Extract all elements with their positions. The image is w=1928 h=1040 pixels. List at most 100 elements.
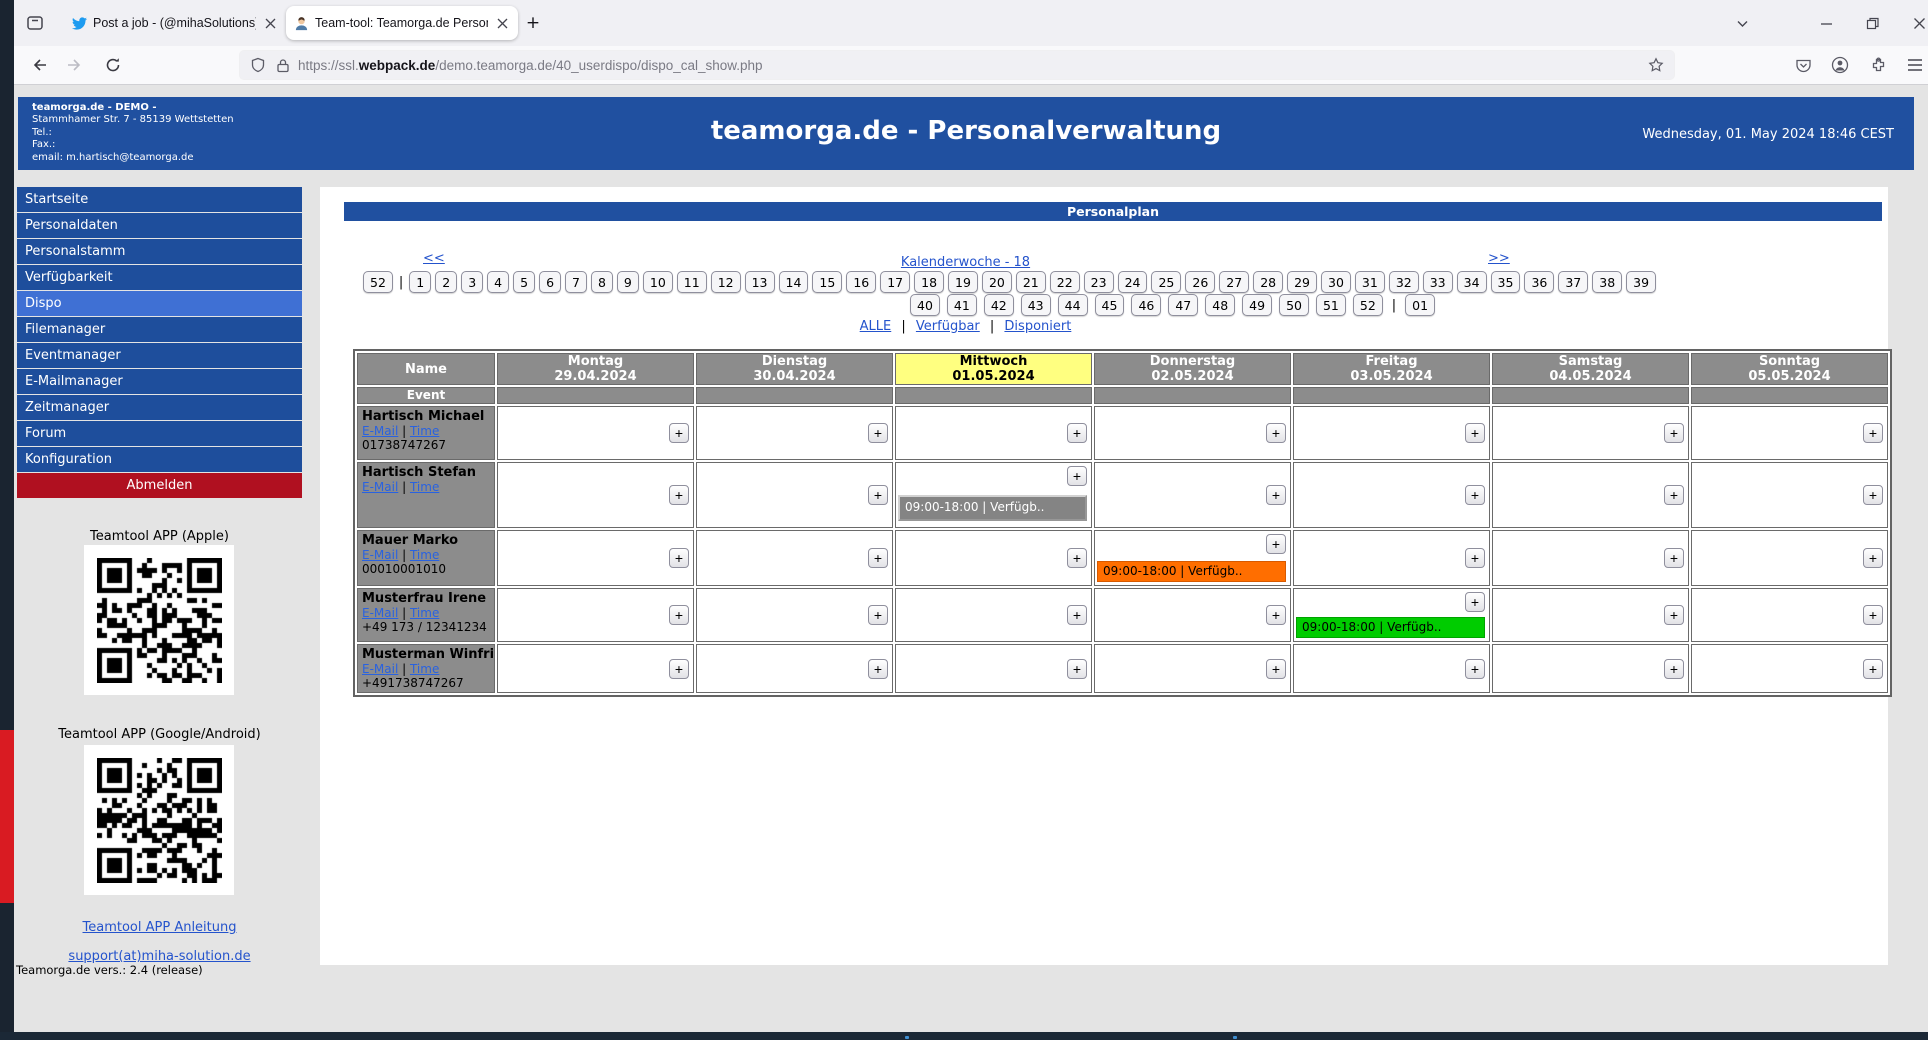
window-minimize-button[interactable] xyxy=(1804,0,1848,46)
week-button-29[interactable]: 29 xyxy=(1287,271,1317,293)
add-entry-button[interactable]: + xyxy=(1266,423,1286,443)
bookmark-star-icon[interactable] xyxy=(1648,57,1664,73)
week-button-25[interactable]: 25 xyxy=(1151,271,1181,293)
tab-post-a-job[interactable]: Post a job - (@mihaSolutions) | xyxy=(64,6,286,40)
week-button-40[interactable]: 40 xyxy=(910,294,940,316)
add-entry-button[interactable]: + xyxy=(1863,605,1883,625)
add-entry-button[interactable]: + xyxy=(868,659,888,679)
week-button-46[interactable]: 46 xyxy=(1131,294,1161,316)
week-button-17[interactable]: 17 xyxy=(880,271,910,293)
week-button-34[interactable]: 34 xyxy=(1457,271,1487,293)
app-manual-link[interactable]: Teamtool APP Anleitung xyxy=(17,920,302,935)
add-entry-button[interactable]: + xyxy=(1266,534,1286,554)
sidebar-item-filemanager[interactable]: Filemanager xyxy=(17,317,302,342)
window-restore-button[interactable] xyxy=(1850,0,1894,46)
extensions-button[interactable] xyxy=(1865,52,1891,78)
account-button[interactable] xyxy=(1827,52,1853,78)
event-entry[interactable]: 09:00-18:00 | Verfügb.. xyxy=(898,495,1087,521)
tab-list-button[interactable] xyxy=(1720,0,1764,46)
week-button-18[interactable]: 18 xyxy=(914,271,944,293)
add-entry-button[interactable]: + xyxy=(1266,659,1286,679)
time-link[interactable]: Time xyxy=(410,662,439,676)
sidebar-item-verf-gbarkeit[interactable]: Verfügbarkeit xyxy=(17,265,302,290)
week-button-51[interactable]: 51 xyxy=(1316,294,1346,316)
add-entry-button[interactable]: + xyxy=(1067,548,1087,568)
week-button-52[interactable]: 52 xyxy=(1353,294,1383,316)
e-mail-link[interactable]: E-Mail xyxy=(362,480,398,494)
week-button-9[interactable]: 9 xyxy=(617,271,639,293)
url-bar[interactable]: https://ssl.webpack.de/demo.teamorga.de/… xyxy=(240,51,1674,79)
week-button-1[interactable]: 1 xyxy=(409,271,431,293)
week-button-28[interactable]: 28 xyxy=(1253,271,1283,293)
week-button-14[interactable]: 14 xyxy=(779,271,809,293)
week-button-26[interactable]: 26 xyxy=(1185,271,1215,293)
pocket-button[interactable] xyxy=(1790,52,1816,78)
week-button-43[interactable]: 43 xyxy=(1021,294,1051,316)
week-button-01[interactable]: 01 xyxy=(1405,294,1435,316)
sidebar-item-konfiguration[interactable]: Konfiguration xyxy=(17,447,302,472)
week-button-38[interactable]: 38 xyxy=(1592,271,1622,293)
week-button-45[interactable]: 45 xyxy=(1095,294,1125,316)
week-button-16[interactable]: 16 xyxy=(846,271,876,293)
week-button-52[interactable]: 52 xyxy=(363,271,393,293)
week-button-50[interactable]: 50 xyxy=(1279,294,1309,316)
url-text[interactable]: https://ssl.webpack.de/demo.teamorga.de/… xyxy=(298,58,1638,73)
support-email-link[interactable]: support(at)miha-solution.de xyxy=(17,949,302,964)
week-button-5[interactable]: 5 xyxy=(513,271,535,293)
window-close-button[interactable] xyxy=(1896,0,1928,46)
week-button-36[interactable]: 36 xyxy=(1524,271,1554,293)
menu-button[interactable] xyxy=(1902,52,1928,78)
event-entry[interactable]: 09:00-18:00 | Verfügb.. xyxy=(1296,617,1485,638)
sidebar-item-e-mailmanager[interactable]: E-Mailmanager xyxy=(17,369,302,394)
forward-button[interactable] xyxy=(62,52,88,78)
tab-close-icon[interactable] xyxy=(262,15,278,31)
add-entry-button[interactable]: + xyxy=(1266,485,1286,505)
next-week-link[interactable]: >> xyxy=(1488,251,1510,266)
add-entry-button[interactable]: + xyxy=(1664,659,1684,679)
add-entry-button[interactable]: + xyxy=(868,485,888,505)
e-mail-link[interactable]: E-Mail xyxy=(362,662,398,676)
week-button-39[interactable]: 39 xyxy=(1626,271,1656,293)
time-link[interactable]: Time xyxy=(410,480,439,494)
week-button-24[interactable]: 24 xyxy=(1118,271,1148,293)
week-button-37[interactable]: 37 xyxy=(1558,271,1588,293)
week-button-11[interactable]: 11 xyxy=(677,271,707,293)
week-button-49[interactable]: 49 xyxy=(1242,294,1272,316)
week-button-33[interactable]: 33 xyxy=(1423,271,1453,293)
week-button-8[interactable]: 8 xyxy=(591,271,613,293)
e-mail-link[interactable]: E-Mail xyxy=(362,424,398,438)
week-button-48[interactable]: 48 xyxy=(1205,294,1235,316)
add-entry-button[interactable]: + xyxy=(1067,659,1087,679)
add-entry-button[interactable]: + xyxy=(1067,605,1087,625)
add-entry-button[interactable]: + xyxy=(669,423,689,443)
add-entry-button[interactable]: + xyxy=(669,605,689,625)
week-button-19[interactable]: 19 xyxy=(948,271,978,293)
week-button-13[interactable]: 13 xyxy=(745,271,775,293)
add-entry-button[interactable]: + xyxy=(669,548,689,568)
week-button-10[interactable]: 10 xyxy=(643,271,673,293)
add-entry-button[interactable]: + xyxy=(669,485,689,505)
back-button[interactable] xyxy=(26,52,52,78)
week-button-47[interactable]: 47 xyxy=(1168,294,1198,316)
add-entry-button[interactable]: + xyxy=(1664,548,1684,568)
week-button-7[interactable]: 7 xyxy=(565,271,587,293)
sidebar-item-eventmanager[interactable]: Eventmanager xyxy=(17,343,302,368)
sidebar-item-zeitmanager[interactable]: Zeitmanager xyxy=(17,395,302,420)
tracking-shield-icon[interactable] xyxy=(250,57,266,73)
add-entry-button[interactable]: + xyxy=(1664,605,1684,625)
week-button-32[interactable]: 32 xyxy=(1389,271,1419,293)
add-entry-button[interactable]: + xyxy=(868,548,888,568)
sidebar-item-dispo[interactable]: Dispo xyxy=(17,291,302,316)
sidebar-item-personalstamm[interactable]: Personalstamm xyxy=(17,239,302,264)
add-entry-button[interactable]: + xyxy=(1067,423,1087,443)
e-mail-link[interactable]: E-Mail xyxy=(362,548,398,562)
week-button-35[interactable]: 35 xyxy=(1491,271,1521,293)
tab-close-icon[interactable] xyxy=(494,15,510,31)
add-entry-button[interactable]: + xyxy=(1266,605,1286,625)
week-button-41[interactable]: 41 xyxy=(947,294,977,316)
week-button-12[interactable]: 12 xyxy=(711,271,741,293)
week-button-22[interactable]: 22 xyxy=(1050,271,1080,293)
add-entry-button[interactable]: + xyxy=(868,423,888,443)
add-entry-button[interactable]: + xyxy=(1863,485,1883,505)
add-entry-button[interactable]: + xyxy=(1863,548,1883,568)
